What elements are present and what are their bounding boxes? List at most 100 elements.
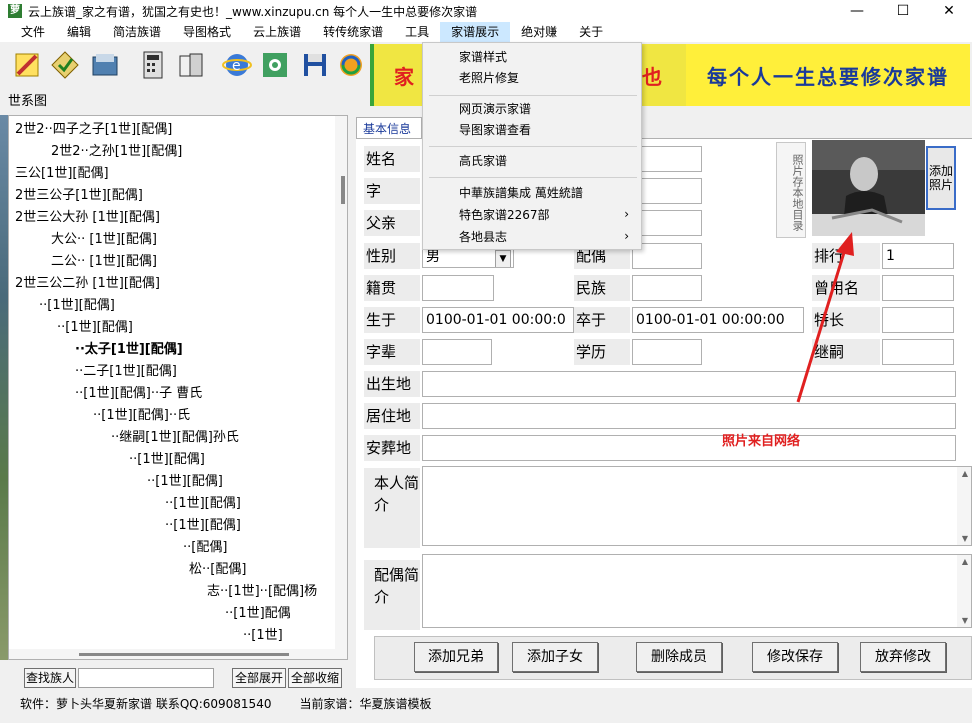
find-member-button[interactable]: 查找族人 [24,668,76,688]
menu-item-county-annals[interactable]: 各地县志 [459,227,507,247]
tree-node[interactable]: ··[1世][配偶] [39,296,115,316]
education-field[interactable] [632,339,702,365]
menu-traditional[interactable]: 转传统家谱 [312,22,394,42]
tree-node[interactable]: ··[1世][配偶]··氏 [93,406,190,426]
settings-icon[interactable] [258,48,292,82]
menu-showcase[interactable]: 家谱展示 [440,22,511,42]
edit-pen-icon[interactable] [10,48,44,82]
tree-node[interactable]: ··[1世] [243,626,283,646]
menu-simple-genealogy[interactable]: 简洁族谱 [102,22,172,42]
discard-changes-button[interactable]: 放弃修改 [860,642,946,672]
tree-node[interactable]: ··继嗣[1世][配偶]孙氏 [111,428,239,448]
chevron-right-icon: › [624,207,629,221]
calculator-icon[interactable] [136,48,170,82]
menu-earn[interactable]: 绝对赚 [510,22,568,42]
label-spouse-bio: 配偶简介 [364,560,420,630]
save-changes-button[interactable]: 修改保存 [752,642,838,672]
heir-field[interactable] [882,339,954,365]
menu-file[interactable]: 文件 [10,22,56,42]
tree-node[interactable]: ··[1世][配偶] [57,318,133,338]
tree-node[interactable]: 2世2··之孙[1世][配偶] [51,142,182,162]
delete-member-button[interactable]: 删除成员 [636,642,722,672]
add-sibling-button[interactable]: 添加兄弟 [414,642,498,672]
menu-about[interactable]: 关于 [568,22,614,42]
born-field[interactable]: 0100-01-01 00:00:0 [422,307,574,333]
spouse-field[interactable] [632,243,702,269]
menu-item-mindmap-view[interactable]: 导图家谱查看 [459,120,531,140]
minimize-button[interactable]: — [834,0,880,22]
died-field[interactable]: 0100-01-01 00:00:00 [632,307,804,333]
rank-field[interactable]: 1 [882,243,954,269]
tree-node[interactable]: ··[1世][配偶] [165,494,241,514]
annotation-arrow [796,232,854,403]
expand-all-button[interactable]: 全部展开 [232,668,286,688]
menu-item-gao-genealogy[interactable]: 高氏家谱 [459,151,507,171]
sync-icon[interactable] [334,48,368,82]
chevron-down-icon[interactable]: ▼ [495,250,511,267]
spouse-bio-textarea[interactable]: ▲ ▼ [422,554,972,628]
tab-basic-info[interactable]: 基本信息 [356,117,422,139]
menu-bar: 文件 编辑 简洁族谱 导图格式 云上族谱 转传统家谱 工具 家谱展示 绝对赚 关… [0,22,972,42]
bookmark-check-icon[interactable] [48,48,82,82]
tree-vertical-scrollbar[interactable] [335,116,347,659]
label-birthplace: 出生地 [364,371,420,397]
status-software: 软件：萝卜头华夏新家谱 联系QQ:609081540 [20,696,272,711]
tree-node[interactable]: ··[配偶] [183,538,227,558]
bio-scrollbar[interactable]: ▲ ▼ [957,467,971,545]
menu-cloud-genealogy[interactable]: 云上族谱 [242,22,312,42]
folder-icon[interactable] [88,48,122,82]
tree-node[interactable]: ··[1世][配偶] [147,472,223,492]
tree-node[interactable]: ··太子[1世][配偶] [75,340,183,360]
specialty-field[interactable] [882,307,954,333]
tree-node[interactable]: 2世三公大孙 [1世][配偶] [15,208,160,228]
tree-node[interactable]: 二公·· [1世][配偶] [51,252,157,272]
menu-tools[interactable]: 工具 [394,22,440,42]
tree-node[interactable]: 2世2··四子之子[1世][配偶] [15,120,172,140]
maximize-button[interactable]: ☐ [880,0,926,22]
name-field[interactable] [632,146,702,172]
menu-item-web-demo[interactable]: 网页演示家谱 [459,99,531,119]
tree-node[interactable]: 三公[1世][配偶] [15,164,109,184]
tree-node[interactable]: ··[1世][配偶] [165,516,241,536]
zi-field[interactable] [632,178,702,204]
birthplace-field[interactable] [422,371,956,397]
menu-item-featured-genealogy[interactable]: 特色家谱2267部 [459,205,550,225]
bio-textarea[interactable]: ▲ ▼ [422,466,972,546]
spouse-bio-scrollbar[interactable]: ▲ ▼ [957,555,971,627]
native-place-field[interactable] [422,275,494,301]
burial-field[interactable] [422,435,956,461]
add-photo-button[interactable]: 添加照片 [926,146,956,210]
photo-local-dir-label[interactable]: 照片存本地目录 [776,142,806,238]
residence-field[interactable] [422,403,956,429]
tree-node[interactable]: 松··[配偶] [189,560,246,580]
tree-node[interactable]: 2世三公子[1世][配偶] [15,186,143,206]
menu-item-chinese-collection[interactable]: 中華族譜集成 萬姓統譜 [459,183,583,203]
tree-horizontal-scrollbar[interactable] [9,649,347,659]
generation-field[interactable] [422,339,492,365]
tree-node[interactable]: ··[1世][配偶]··子 曹氏 [75,384,202,404]
family-tree[interactable]: 2世2··四子之子[1世][配偶] 2世2··之孙[1世][配偶] 三公[1世]… [8,115,348,660]
former-name-field[interactable] [882,275,954,301]
tree-node[interactable]: ··二子[1世][配偶] [75,362,177,382]
father-field[interactable] [632,210,702,236]
find-member-input[interactable] [78,668,214,688]
internet-explorer-icon[interactable]: e [220,48,254,82]
tree-node[interactable]: ··[1世][配偶] [129,450,205,470]
close-button[interactable]: ✕ [926,0,972,22]
tree-node[interactable]: 志··[1世]··[配偶]杨 [207,582,317,602]
tree-node[interactable]: ··[1世]配偶 [225,604,291,624]
app-icon: 萝 [8,4,22,18]
ethnic-field[interactable] [632,275,702,301]
document-icon[interactable] [174,48,208,82]
menu-item-genealogy-style[interactable]: 家谱样式 [459,47,507,67]
save-disk-icon[interactable] [298,48,332,82]
menu-edit[interactable]: 编辑 [56,22,102,42]
tree-node[interactable]: 大公·· [1世][配偶] [51,230,157,250]
status-bar: 软件：萝卜头华夏新家谱 联系QQ:609081540 当前家谱：华夏族谱模板 [0,692,972,714]
menu-item-photo-restore[interactable]: 老照片修复 [459,68,519,88]
svg-text:e: e [232,58,241,74]
collapse-all-button[interactable]: 全部收缩 [288,668,342,688]
tree-node[interactable]: 2世三公二孙 [1世][配偶] [15,274,160,294]
menu-mindmap-format[interactable]: 导图格式 [172,22,242,42]
add-child-button[interactable]: 添加子女 [512,642,598,672]
